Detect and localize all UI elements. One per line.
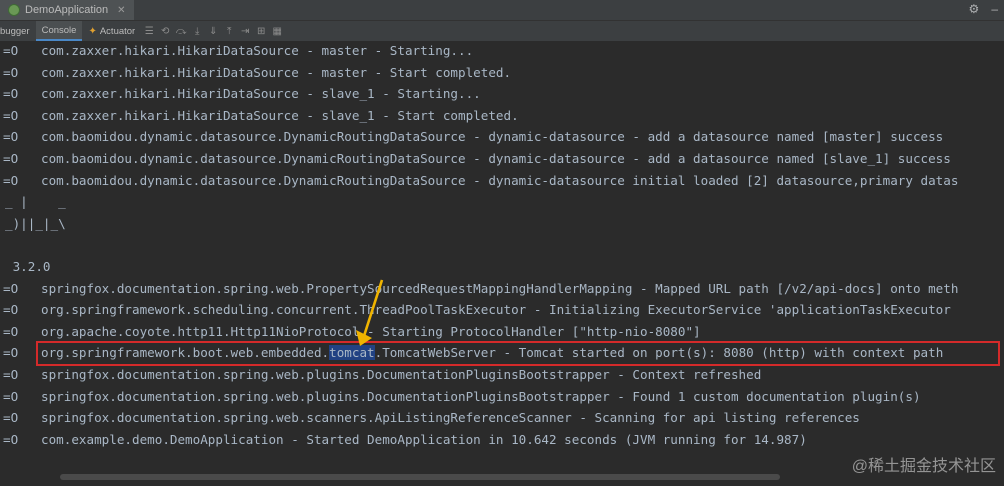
log-message: springfox.documentation.spring.web.plugi…	[41, 388, 921, 404]
log-level: =O	[3, 323, 19, 339]
highlight-box	[36, 341, 1000, 366]
banner-text: _)||_|_\	[5, 215, 66, 231]
log-level: =O	[3, 43, 19, 58]
tab-actuator[interactable]: ✦ Actuator	[82, 21, 141, 41]
tab-actuator-label: Actuator	[99, 25, 136, 37]
run-tool-window-header: DemoApplication ✕ ⚙ –	[0, 0, 1004, 21]
log-level: =O	[3, 345, 19, 361]
tab-debugger-label: bugger	[0, 25, 30, 37]
log-level: =O	[3, 86, 19, 102]
run-tab-demoapplication[interactable]: DemoApplication ✕	[0, 0, 134, 20]
restore-layout-icon[interactable]: ⟲	[157, 26, 173, 37]
step-into-icon[interactable]: ⤓	[189, 26, 205, 37]
log-message: com.example.demo.DemoApplication - Start…	[41, 431, 807, 447]
spring-app-icon	[8, 4, 20, 16]
log-level: =O	[3, 151, 19, 166]
log-level: =O	[3, 172, 19, 188]
banner-text: _ | _	[5, 194, 66, 210]
log-message: com.baomidou.dynamic.datasource.DynamicR…	[41, 172, 959, 188]
run-to-cursor-icon[interactable]: ⇥	[237, 26, 253, 37]
log-message: springfox.documentation.spring.web.plugi…	[41, 367, 762, 382]
log-level: =O	[3, 280, 19, 296]
banner-text: 3.2.0	[5, 259, 51, 274]
log-level: =O	[3, 388, 19, 404]
table-view-icon[interactable]: ▦	[269, 26, 285, 37]
run-toolbar: bugger Console ✦ Actuator ☰ ⟲ ⤼ ⤓ ⇓ ⤒ ⇥ …	[0, 21, 1004, 42]
menu-icon[interactable]: ☰	[141, 26, 157, 37]
tab-debugger[interactable]: bugger	[0, 21, 36, 41]
run-tab-label: DemoApplication	[25, 4, 109, 16]
log-level: =O	[3, 410, 19, 426]
step-out-icon[interactable]: ⤒	[221, 26, 237, 37]
log-level: =O	[3, 129, 19, 145]
log-level: =O	[3, 367, 19, 382]
scrollbar-thumb[interactable]	[60, 474, 780, 480]
gear-icon[interactable]: ⚙	[969, 2, 980, 16]
actuator-icon: ✦	[88, 25, 97, 37]
log-message: org.springframework.scheduling.concurren…	[41, 302, 951, 318]
log-level: =O	[3, 64, 19, 80]
minimize-icon[interactable]: –	[991, 2, 998, 16]
log-level: =O	[3, 302, 19, 318]
log-message: com.baomidou.dynamic.datasource.DynamicR…	[41, 151, 951, 166]
log-message: com.zaxxer.hikari.HikariDataSource - sla…	[41, 107, 519, 123]
log-message: com.baomidou.dynamic.datasource.DynamicR…	[41, 129, 944, 145]
step-over-icon[interactable]: ⤼	[173, 26, 189, 37]
log-message: com.zaxxer.hikari.HikariDataSource - mas…	[41, 64, 512, 80]
header-actions: ⚙ –	[969, 2, 998, 16]
force-step-into-icon[interactable]: ⇓	[205, 26, 221, 37]
tab-console-label: Console	[41, 24, 77, 36]
evaluate-icon[interactable]: ⊞	[253, 26, 269, 37]
close-icon[interactable]: ✕	[117, 5, 125, 16]
arrow-annotation-icon	[356, 279, 384, 346]
log-level: =O	[3, 431, 19, 447]
log-message: springfox.documentation.spring.web.Prope…	[41, 280, 959, 296]
log-message: com.zaxxer.hikari.HikariDataSource - mas…	[41, 43, 474, 58]
watermark: @稀土掘金技术社区	[851, 458, 996, 475]
log-level: =O	[3, 107, 19, 123]
console-output[interactable]: =O com.zaxxer.hikari.HikariDataSource - m…	[0, 42, 1004, 470]
tab-console[interactable]: Console	[35, 21, 83, 41]
log-message: com.zaxxer.hikari.HikariDataSource - sla…	[41, 86, 481, 102]
log-message: springfox.documentation.spring.web.scann…	[41, 410, 860, 426]
